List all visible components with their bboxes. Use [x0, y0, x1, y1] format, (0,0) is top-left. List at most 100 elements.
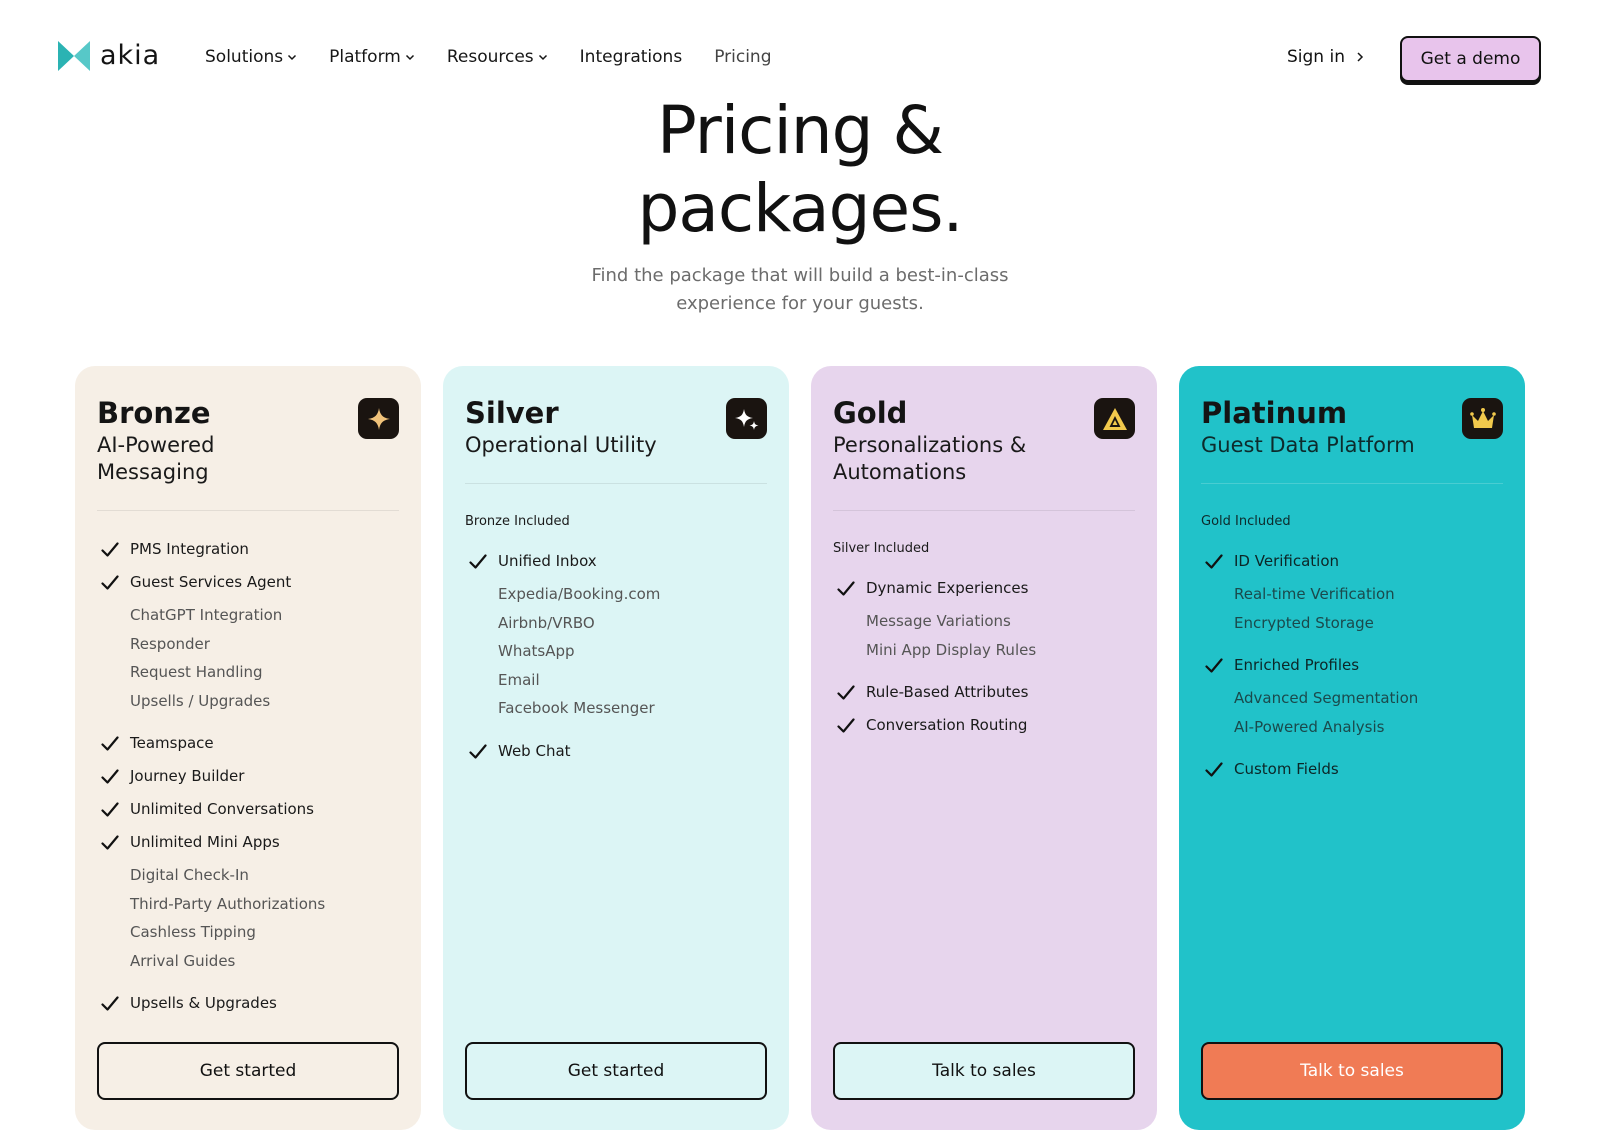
check-icon	[101, 802, 119, 817]
nav-item-label: Pricing	[714, 47, 772, 67]
main-nav: Solutions Platform Resources Integration…	[205, 47, 804, 67]
get-demo-button[interactable]: Get a demo	[1400, 36, 1541, 82]
sub-feature-item: Message Variations	[866, 612, 1011, 630]
nav-item-platform[interactable]: Platform	[329, 47, 415, 67]
page-title-line: Pricing &	[657, 92, 944, 169]
brand-logo[interactable]: akia	[58, 40, 160, 71]
sub-feature-item: Digital Check-In	[130, 866, 249, 884]
feature-item: Unlimited Conversations	[97, 799, 399, 819]
nav-item-solutions[interactable]: Solutions	[205, 47, 297, 67]
plan-included-note: Silver Included	[833, 541, 930, 556]
check-icon	[1205, 658, 1223, 673]
feature-item: Custom Fields	[1201, 759, 1503, 779]
nav-item-resources[interactable]: Resources	[447, 47, 548, 67]
sub-feature-item: Real-time Verification	[1234, 585, 1395, 603]
sub-feature-item: Request Handling	[130, 663, 263, 681]
sign-in-link[interactable]: Sign in	[1287, 47, 1365, 67]
plan-description: Guest Data Platform	[1201, 433, 1415, 457]
nav-item-label: Platform	[329, 47, 401, 67]
sparkles-icon	[726, 398, 767, 439]
sub-feature-list: Message Variations Mini App Display Rules	[866, 607, 1135, 664]
sub-feature-item: Mini App Display Rules	[866, 640, 1037, 659]
feature-label: Unified Inbox	[498, 552, 597, 570]
plan-cta-button[interactable]: Talk to sales	[833, 1042, 1135, 1100]
plan-divider	[1201, 483, 1503, 484]
nav-item-integrations[interactable]: Integrations	[580, 47, 683, 67]
feature-row: Enriched Profiles	[1201, 655, 1503, 675]
sub-feature-list: Expedia/Booking.com Airbnb/VRBO WhatsApp Em…	[498, 580, 767, 723]
brand-name: akia	[100, 40, 161, 71]
plan-divider	[833, 510, 1135, 511]
check-icon	[837, 685, 855, 700]
plan-description: AI-Powered Messaging	[97, 433, 215, 484]
sub-feature-list: Advanced Segmentation AI-Powered Analysis	[1234, 684, 1503, 741]
feature-label: Rule-Based Attributes	[866, 683, 1029, 701]
feature-item: Unlimited Mini Apps Digital Check-In Third…	[97, 832, 399, 975]
check-icon	[1205, 762, 1223, 777]
check-icon	[101, 575, 119, 590]
plan-name: Platinum	[1201, 396, 1348, 430]
sub-feature-item: Advanced Segmentation	[1234, 689, 1419, 707]
feature-label: Unlimited Mini Apps	[130, 833, 280, 851]
plan-name: Bronze	[97, 396, 211, 430]
check-icon	[101, 542, 119, 557]
page-title: Pricing & packages.	[0, 92, 1600, 248]
plan-description: Operational Utility	[465, 433, 657, 457]
feature-row: Unlimited Conversations	[97, 799, 399, 819]
page-subtitle-line: Find the package that will build a best-…	[591, 265, 1009, 286]
feature-item: Unified Inbox Expedia/Booking.com Airbnb/V…	[465, 551, 767, 723]
plan-cta-button[interactable]: Get started	[97, 1042, 399, 1100]
sub-feature-item: Upsells / Upgrades	[130, 691, 271, 710]
sub-feature-list: ChatGPT Integration Responder Request Hand…	[130, 601, 399, 715]
feature-label: Enriched Profiles	[1234, 656, 1360, 674]
plan-description: Personalizations & Automations	[833, 433, 1027, 484]
feature-row: ID Verification	[1201, 551, 1503, 571]
check-icon	[101, 835, 119, 850]
page-subtitle: Find the package that will build a best-…	[0, 262, 1600, 318]
plan-header: Bronze AI-Powered Messaging	[97, 366, 399, 486]
feature-row: Conversation Routing	[833, 715, 1135, 735]
plan-included-note: Bronze Included	[465, 514, 570, 529]
feature-item: Rule-Based Attributes	[833, 682, 1135, 702]
plan-header: Gold Personalizations & Automations	[833, 366, 1135, 486]
feature-item: PMS Integration	[97, 539, 399, 559]
feature-row: Unlimited Mini Apps	[97, 832, 399, 852]
check-icon	[101, 769, 119, 784]
plan-cta-button[interactable]: Get started	[465, 1042, 767, 1100]
sub-feature-item: Expedia/Booking.com	[498, 585, 661, 603]
sub-feature-item: Airbnb/VRBO	[498, 613, 595, 632]
plan-divider	[97, 510, 399, 511]
sub-feature-item: Encrypted Storage	[1234, 613, 1374, 632]
feature-item: Dynamic Experiences Message Variations Min…	[833, 578, 1135, 664]
nav-item-pricing[interactable]: Pricing	[714, 47, 771, 67]
plan-cta-button[interactable]: Talk to sales	[1201, 1042, 1503, 1100]
check-icon	[837, 718, 855, 733]
feature-row: Rule-Based Attributes	[833, 682, 1135, 702]
sub-feature-list: Real-time Verification Encrypted Storage	[1234, 580, 1503, 637]
sub-feature-item: AI-Powered Analysis	[1234, 717, 1385, 736]
feature-label: Teamspace	[130, 734, 214, 752]
feature-label: Unlimited Conversations	[130, 800, 314, 818]
feature-label: ID Verification	[1234, 552, 1340, 570]
feature-list: Dynamic Experiences Message Variations Min…	[833, 578, 1135, 735]
feature-label: Upsells & Upgrades	[130, 994, 277, 1012]
sub-feature-item: ChatGPT Integration	[130, 606, 283, 624]
feature-item: Web Chat	[465, 741, 767, 761]
check-icon	[1205, 554, 1223, 569]
sub-feature-item: Facebook Messenger	[498, 699, 655, 717]
sub-feature-item: Arrival Guides	[130, 951, 236, 970]
sub-feature-item: Third-Party Authorizations	[130, 894, 326, 913]
plan-name: Gold	[833, 396, 908, 430]
feature-label: Dynamic Experiences	[866, 579, 1029, 597]
feature-label: Custom Fields	[1234, 760, 1339, 778]
page-subtitle-line: experience for your guests.	[676, 293, 924, 314]
plan-card-bronze: Bronze AI-Powered Messaging PMS Integratio…	[75, 366, 421, 1130]
check-icon	[469, 743, 487, 759]
feature-row: PMS Integration	[97, 539, 399, 559]
feature-row: Dynamic Experiences	[833, 578, 1135, 598]
plan-card-gold: Gold Personalizations & Automations Silver…	[811, 366, 1157, 1130]
feature-row: Teamspace	[97, 733, 399, 753]
feature-label: Conversation Routing	[866, 716, 1028, 734]
feature-item: Teamspace	[97, 733, 399, 753]
page-title-line: packages.	[637, 170, 964, 247]
